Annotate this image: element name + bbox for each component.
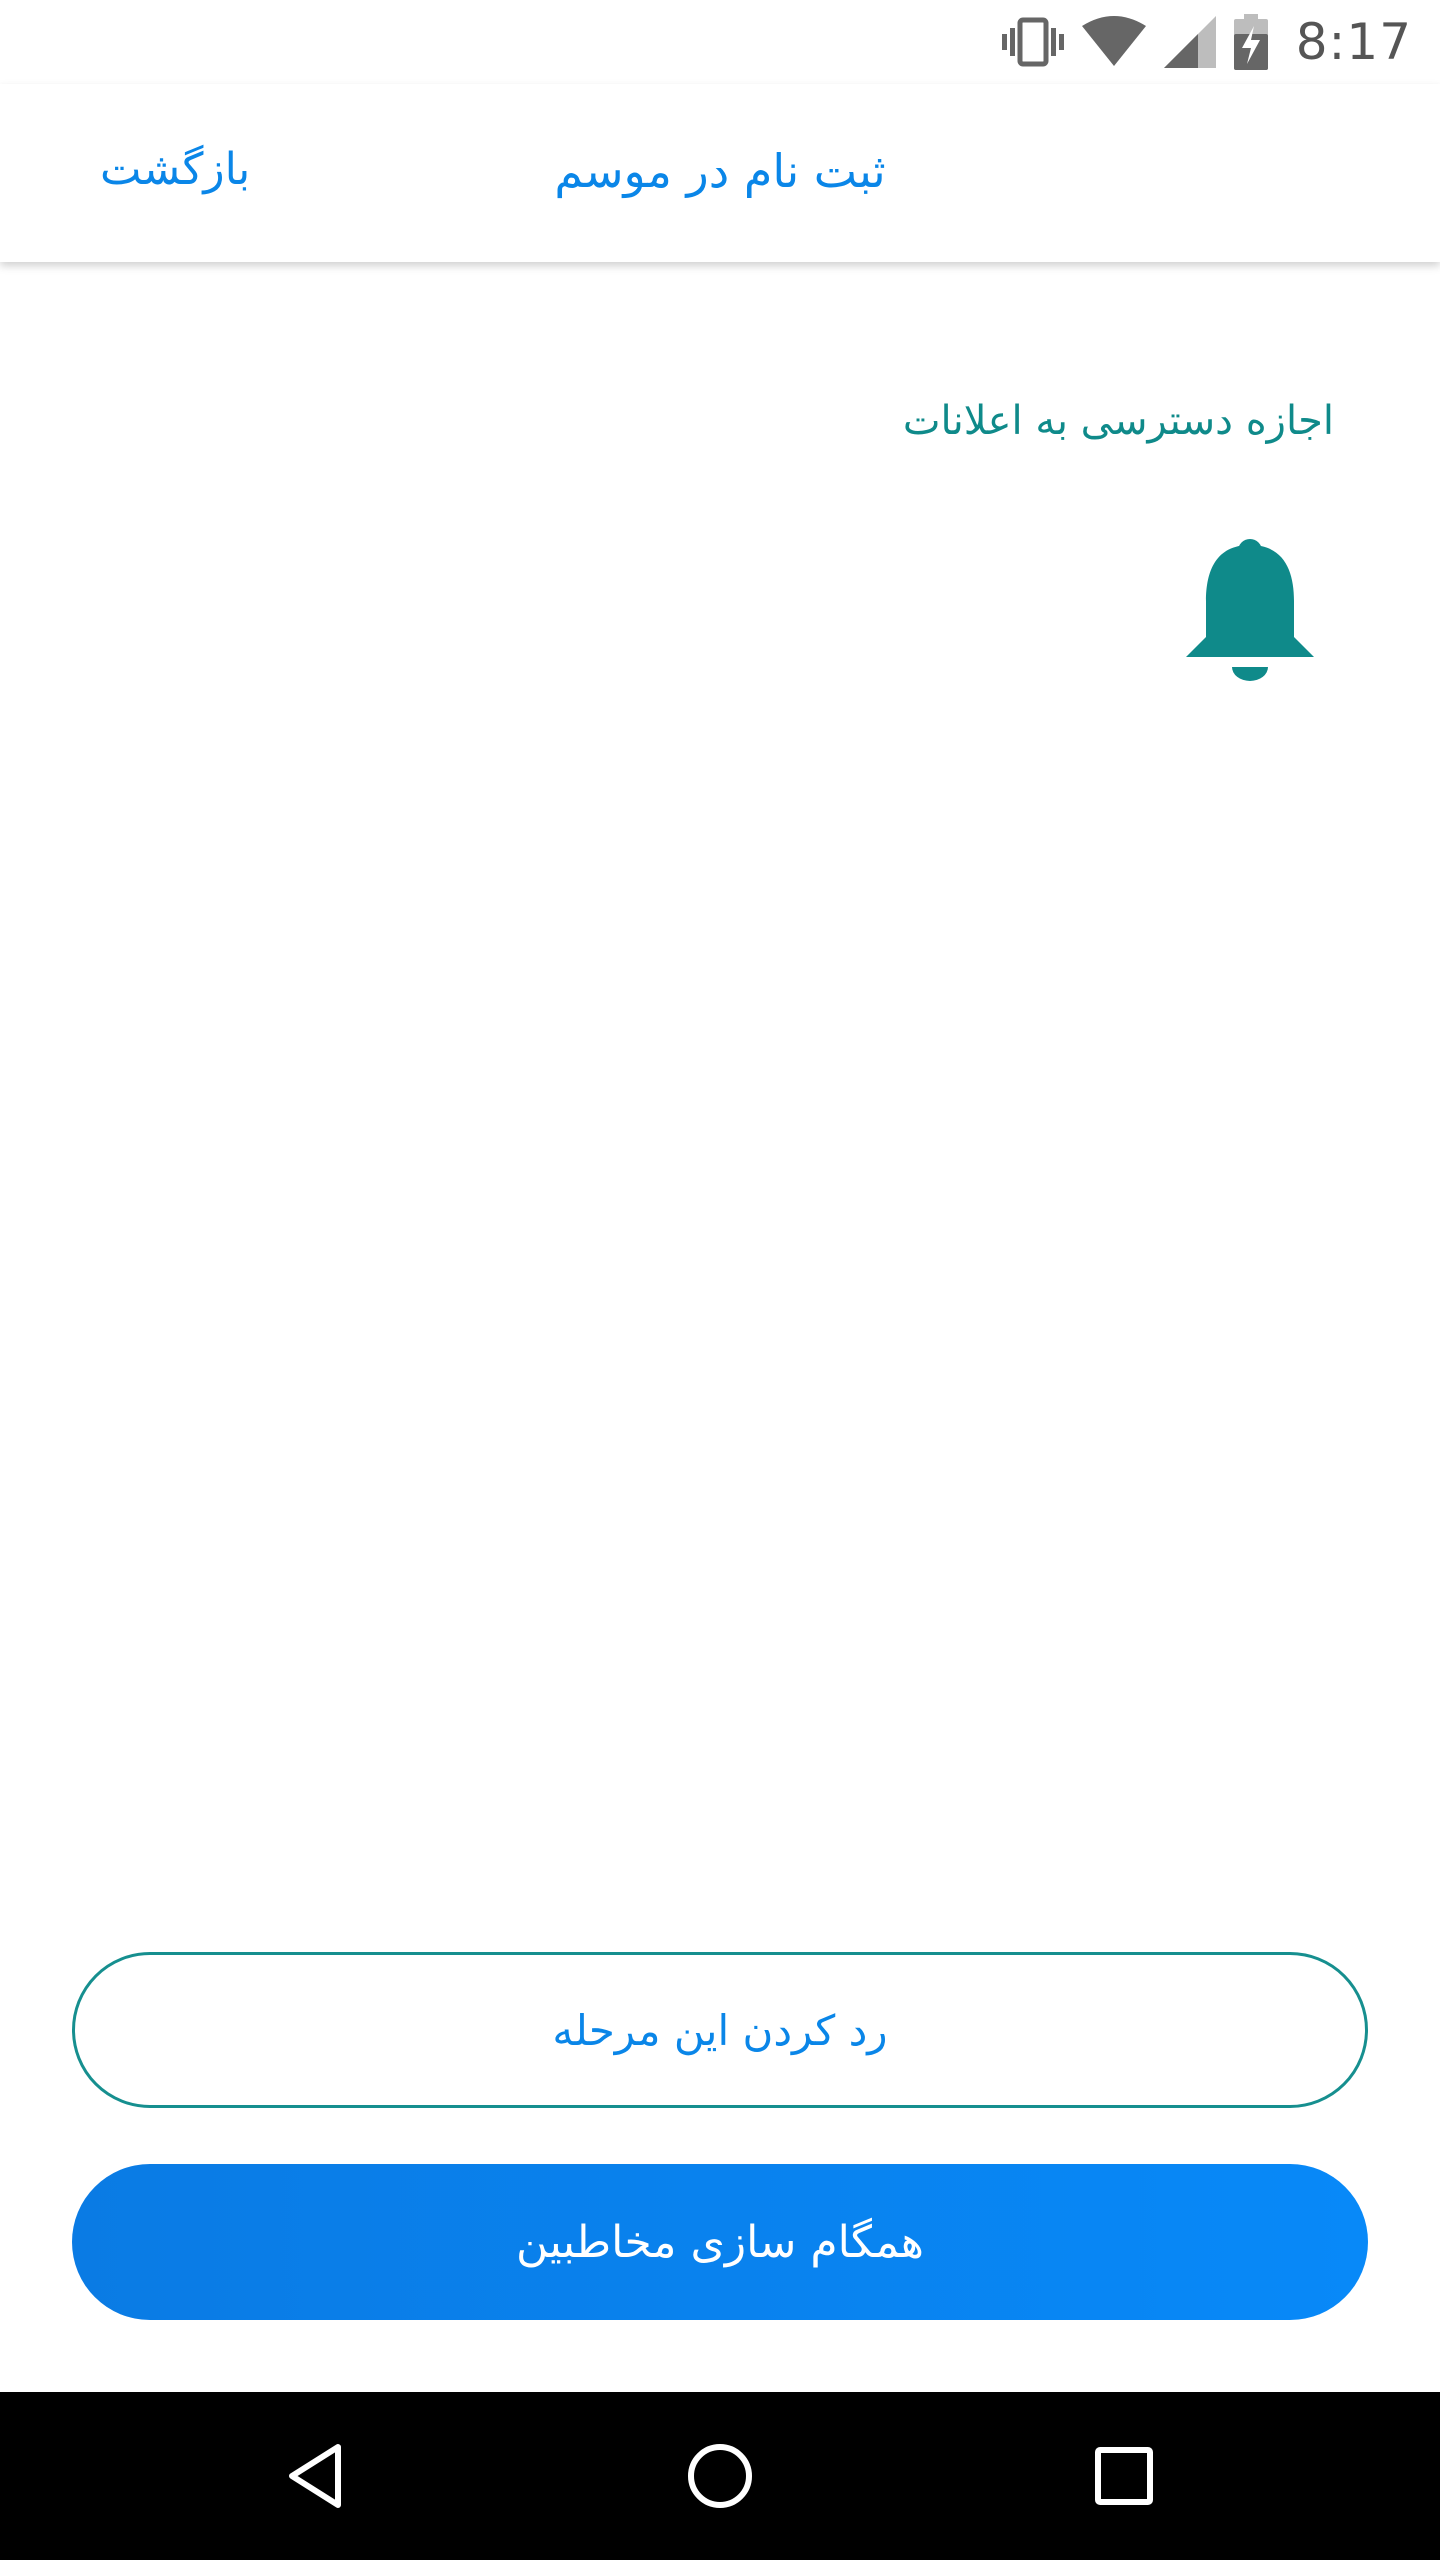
nav-back-icon[interactable] [266, 2426, 366, 2526]
notification-permission-label: اجازه دسترسی به اعلانات [902, 398, 1334, 444]
nav-recents-icon[interactable] [1074, 2426, 1174, 2526]
page-title: ثبت نام در موسم [554, 144, 886, 198]
sync-contacts-label: همگام سازی مخاطبین [516, 2216, 924, 2268]
signal-icon [1163, 16, 1216, 68]
bell-icon [1180, 535, 1320, 685]
nav-home-icon[interactable] [670, 2426, 770, 2526]
wifi-icon [1081, 16, 1146, 68]
vibrate-icon [1001, 16, 1064, 68]
status-icons: 8:17 [1001, 0, 1412, 84]
app-bar: بازگشت ثبت نام در موسم [0, 84, 1440, 262]
battery-charging-icon [1233, 14, 1268, 70]
skip-step-button[interactable]: رد کردن این مرحله [72, 1952, 1368, 2108]
skip-step-label: رد کردن این مرحله [552, 2005, 888, 2055]
sync-contacts-button[interactable]: همگام سازی مخاطبین [72, 2164, 1368, 2320]
navigation-bar [0, 2392, 1440, 2560]
status-bar: 8:17 [0, 0, 1440, 84]
screen: 8:17 بازگشت ثبت نام در موسم اجازه دسترسی… [0, 0, 1440, 2560]
status-time: 8:17 [1295, 13, 1412, 71]
